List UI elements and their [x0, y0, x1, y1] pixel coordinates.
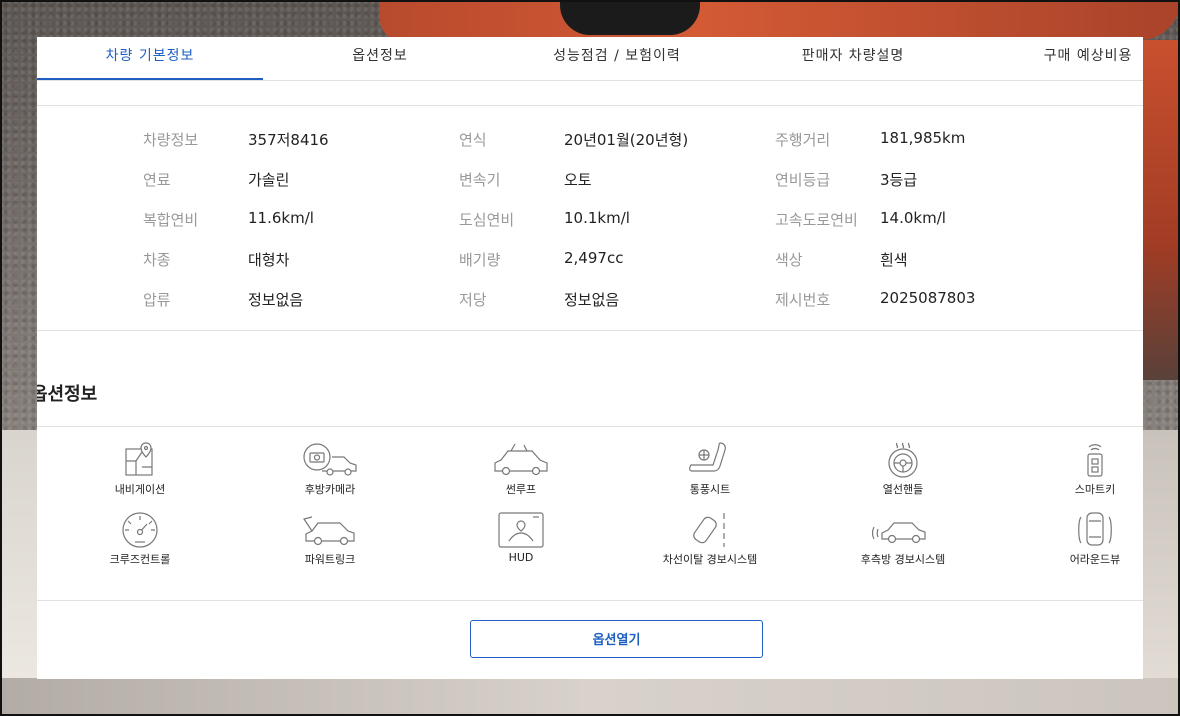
spec-value: 20년01월(20년형) [564, 131, 689, 149]
option-label: 스마트키 [1074, 483, 1116, 496]
detail-tabs: 차량 기본정보 옵션정보 성능점검 / 보험이력 판매자 차량설명 구매 예상비… [37, 37, 1143, 81]
option-label: 통풍시트 [689, 483, 731, 496]
ventilated-seat-icon [689, 442, 726, 472]
spec-label: 제시번호 [775, 291, 831, 309]
option-blind-spot: 후측방 경보시스템 [828, 511, 978, 567]
spec-value: 가솔린 [248, 171, 290, 189]
option-label: 파워트링크 [304, 553, 356, 566]
spec-value: 정보없음 [564, 291, 620, 309]
option-sunroof: 썬루프 [446, 441, 596, 497]
blind-spot-icon [871, 522, 926, 544]
tab-seller-description[interactable]: 판매자 차량설명 [773, 37, 933, 80]
spec-row: 차종 대형차 배기량 2,497cc 색상 흰색 [37, 249, 1143, 269]
spec-row: 차량정보 357저8416 연식 20년01월(20년형) 주행거리 181,9… [37, 129, 1143, 149]
spec-value: 181,985km [880, 129, 966, 147]
option-rear-camera: 후방카메라 [255, 441, 405, 497]
power-trunk-icon [303, 516, 355, 546]
tab-inspection-insurance[interactable]: 성능점검 / 보험이력 [517, 37, 717, 80]
basic-info-table: 차량정보 357저8416 연식 20년01월(20년형) 주행거리 181,9… [37, 105, 1143, 331]
options-section-title: 옵션정보 [37, 384, 98, 405]
spec-label: 차종 [143, 251, 171, 269]
spec-label: 저당 [459, 291, 487, 309]
around-view-icon [1078, 512, 1112, 546]
tab-options[interactable]: 옵션정보 [303, 37, 457, 80]
spec-label: 연비등급 [775, 171, 831, 189]
option-label: 내비게이션 [114, 483, 166, 496]
option-label: 후방카메라 [304, 483, 356, 496]
spec-row: 압류 정보없음 저당 정보없음 제시번호 2025087803 [37, 289, 1143, 309]
options-grid: 내비게이션 후방카메라 썬루프 통풍시트 열선핸들 스마트키 크루즈컨트롤 파워… [37, 426, 1143, 601]
option-hud: HUD [446, 511, 596, 564]
spec-value: 정보없음 [248, 291, 304, 309]
cruise-control-icon [122, 512, 158, 548]
spec-label: 차량정보 [143, 131, 199, 149]
spec-label: 주행거리 [775, 131, 831, 149]
option-around-view: 어라운드뷰 [1020, 511, 1143, 567]
spec-value: 357저8416 [248, 131, 329, 149]
option-cruise-control: 크루즈컨트롤 [65, 511, 215, 567]
lane-departure-icon [693, 513, 725, 547]
rear-camera-icon [303, 443, 357, 476]
spec-label: 압류 [143, 291, 171, 309]
spec-value: 흰색 [880, 251, 908, 269]
vehicle-detail-panel: 차량 기본정보 옵션정보 성능점검 / 보험이력 판매자 차량설명 구매 예상비… [37, 37, 1143, 679]
sunroof-icon [494, 443, 548, 476]
open-options-button[interactable]: 옵션열기 [470, 620, 763, 658]
option-smart-key: 스마트키 [1020, 441, 1143, 497]
option-power-trunk: 파워트링크 [255, 511, 405, 567]
option-lane-departure: 차선이탈 경보시스템 [635, 511, 785, 567]
spec-label: 변속기 [459, 171, 501, 189]
option-label: 차선이탈 경보시스템 [662, 553, 758, 566]
section-divider [37, 81, 1143, 106]
option-heated-steering: 열선핸들 [828, 441, 978, 497]
spec-label: 배기량 [459, 251, 501, 269]
tab-basic-info[interactable]: 차량 기본정보 [37, 37, 263, 80]
spec-label: 연식 [459, 131, 487, 149]
option-label: 열선핸들 [882, 483, 924, 496]
option-label: 썬루프 [505, 483, 537, 496]
spec-value: 11.6km/l [248, 209, 314, 227]
option-label: 후측방 경보시스템 [860, 553, 946, 566]
spec-label: 색상 [775, 251, 803, 269]
option-label: 어라운드뷰 [1069, 553, 1121, 566]
option-navigation: 내비게이션 [65, 441, 215, 497]
smart-key-icon [1087, 444, 1103, 477]
navigation-icon [125, 442, 153, 476]
spec-value: 오토 [564, 171, 592, 189]
spec-label: 고속도로연비 [775, 211, 858, 229]
heated-steering-icon [888, 442, 918, 478]
spec-label: 연료 [143, 171, 171, 189]
spec-value: 대형차 [248, 251, 290, 269]
tab-estimated-cost[interactable]: 구매 예상비용 [1033, 37, 1143, 80]
spec-value: 2,497cc [564, 249, 624, 267]
spec-row: 복합연비 11.6km/l 도심연비 10.1km/l 고속도로연비 14.0k… [37, 209, 1143, 229]
spec-label: 도심연비 [459, 211, 515, 229]
option-label: 크루즈컨트롤 [109, 553, 171, 566]
option-label: HUD [508, 551, 534, 564]
spec-value: 2025087803 [880, 289, 976, 307]
option-ventilated-seat: 통풍시트 [635, 441, 785, 497]
spec-row: 연료 가솔린 변속기 오토 연비등급 3등급 [37, 169, 1143, 189]
spec-label: 복합연비 [143, 211, 199, 229]
spec-value: 10.1km/l [564, 209, 630, 227]
spec-value: 14.0km/l [880, 209, 946, 227]
hud-icon [498, 512, 544, 548]
spec-value: 3등급 [880, 171, 918, 189]
